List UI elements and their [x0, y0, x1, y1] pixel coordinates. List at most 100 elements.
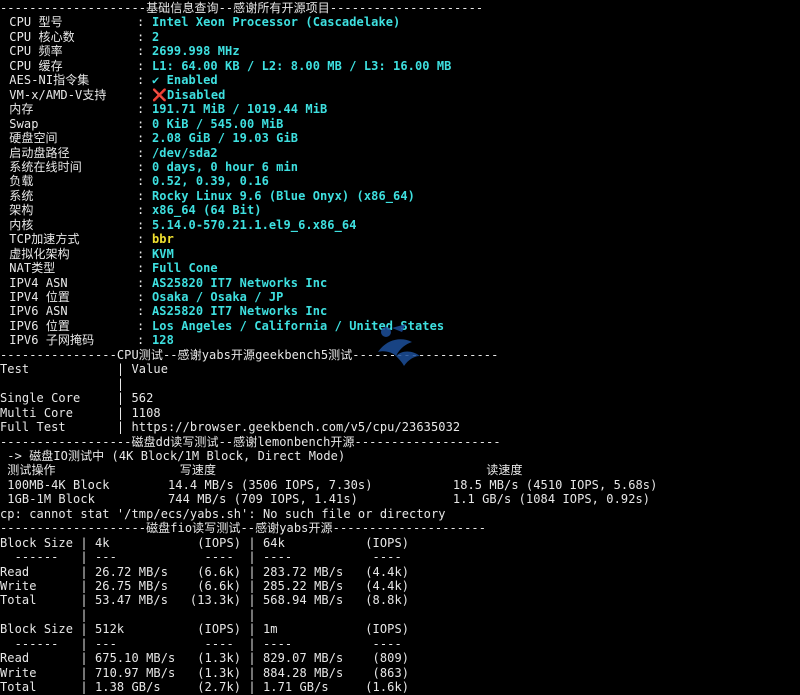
info-row: CPU 核心数:2 [0, 30, 800, 45]
info-value: 5.14.0-570.21.1.el9_6.x86_64 [152, 217, 357, 232]
fio-test-line: Block Size | 512k (IOPS) | 1m (IOPS) [0, 622, 410, 637]
cpu-test-line: Single Core | 562 [0, 391, 154, 406]
info-value: 0.52, 0.39, 0.16 [152, 174, 269, 189]
info-value: 191.71 MiB / 1019.44 MiB [152, 102, 328, 117]
info-value: /dev/sda2 [152, 145, 218, 160]
info-value: bbr [152, 232, 174, 247]
fio-test-line: Write | 710.97 MB/s (1.3k) | 884.28 MB/s… [0, 665, 410, 680]
info-label: 负载 [2, 174, 34, 189]
info-value: Rocky Linux 9.6 (Blue Onyx) (x86_64) [152, 188, 415, 203]
info-label: NAT类型 [2, 261, 56, 276]
info-label: IPV6 子网掩码 [2, 333, 95, 348]
fio-test-line: Read | 26.72 MB/s (6.6k) | 283.72 MB/s (… [0, 564, 410, 579]
info-separator: : [137, 116, 145, 131]
dd-test-line: cp: cannot stat '/tmp/ecs/yabs.sh': No s… [0, 506, 446, 521]
info-row: CPU 频率:2699.998 MHz [0, 44, 800, 59]
info-row: 架构: x86_64 (64 Bit) [0, 203, 800, 218]
info-value: ✔ Enabled [152, 73, 218, 88]
info-row: 内存:191.71 MiB / 1019.44 MiB [0, 102, 800, 117]
info-separator: : [137, 203, 145, 218]
info-label: IPV6 ASN [2, 304, 68, 319]
info-value: 2.08 GiB / 19.03 GiB [152, 131, 299, 146]
info-value: Osaka / Osaka / JP [152, 290, 284, 304]
basic-info-header: --------------------基础信息查询--感谢所有开源项目----… [0, 1, 484, 15]
info-row: 硬盘空间:2.08 GiB / 19.03 GiB [0, 131, 800, 146]
dd-test-line: -> 磁盘IO测试中 (4K Block/1M Block, Direct Mo… [0, 448, 346, 463]
info-value: 0 KiB / 545.00 MiB [152, 116, 284, 131]
info-row: IPV6 ASN: AS25820 IT7 Networks Inc [0, 304, 800, 319]
info-row: IPV4 ASN: AS25820 IT7 Networks Inc [0, 276, 800, 291]
info-value: AS25820 IT7 Networks Inc [152, 275, 328, 290]
info-row: CPU 型号: Intel Xeon Processor (Cascadelake… [0, 15, 800, 30]
fio-test-header: --------------------磁盘fio读写测试--感谢yabs开源-… [0, 521, 487, 536]
fio-test-line: Total | 1.38 GB/s (2.7k) | 1.71 GB/s (1.… [0, 680, 410, 695]
info-row: AES-NI指令集: ✔ Enabled [0, 73, 800, 88]
dd-test-line: 100MB-4K Block 14.4 MB/s (3506 IOPS, 7.3… [0, 477, 658, 492]
info-value: 2699.998 MHz [152, 44, 240, 59]
info-label: 架构 [2, 203, 34, 218]
info-row: TCP加速方式: bbr [0, 232, 800, 247]
info-label: 内存 [2, 102, 34, 117]
info-row: 负载:0.52, 0.39, 0.16 [0, 174, 800, 189]
info-label: 系统在线时间 [2, 159, 82, 174]
info-row: Swap:0 KiB / 545.00 MiB [0, 117, 800, 132]
info-value: AS25820 IT7 Networks Inc [152, 304, 328, 319]
info-label: 内核 [2, 217, 34, 232]
dd-test-line: 1GB-1M Block 744 MB/s (709 IOPS, 1.41s) … [0, 492, 651, 507]
info-label: CPU 型号 [2, 15, 63, 30]
info-separator: : [137, 145, 145, 160]
fio-test-line: ------ | --- ---- | ---- ---- [0, 636, 402, 651]
info-separator: : [137, 261, 145, 276]
fio-test-line: Block Size | 4k (IOPS) | 64k (IOPS) [0, 535, 410, 550]
info-separator: : [137, 15, 145, 30]
info-label: CPU 核心数 [2, 29, 75, 44]
info-separator: : [137, 29, 145, 44]
dd-test-header: ------------------磁盘dd读写测试--感谢lemonbench… [0, 434, 501, 449]
info-row: CPU 缓存: L1: 64.00 KB / L2: 8.00 MB / L3: … [0, 59, 800, 74]
info-row: 系统在线时间:0 days, 0 hour 6 min [0, 160, 800, 175]
cpu-test-line: Test | Value [0, 362, 169, 377]
info-label: 虚拟化架构 [2, 246, 70, 261]
info-label: CPU 缓存 [2, 58, 63, 73]
fio-test-line: ------ | --- ---- | ---- ---- [0, 550, 402, 565]
info-label: AES-NI指令集 [2, 73, 90, 88]
dd-test-line: 测试操作 写速度 读速度 [0, 463, 523, 478]
info-label: 系统 [2, 188, 34, 203]
info-label: 硬盘空间 [2, 131, 58, 146]
cpu-test-line: | [0, 376, 125, 391]
info-separator: : [137, 232, 145, 247]
info-separator: : [137, 333, 145, 348]
info-label: VM-x/AMD-V支持 [2, 87, 107, 102]
info-label: IPV4 位置 [2, 290, 70, 304]
info-separator: : [137, 131, 145, 146]
info-value: KVM [152, 246, 174, 261]
info-separator: : [137, 275, 145, 290]
info-value: x86_64 (64 Bit) [152, 203, 262, 218]
info-row: 系统: Rocky Linux 9.6 (Blue Onyx) (x86_64) [0, 189, 800, 204]
bird-logo-icon [372, 322, 424, 366]
fio-test-line: Write | 26.75 MB/s (6.6k) | 285.22 MB/s … [0, 579, 410, 593]
info-separator: : [137, 304, 145, 319]
info-label: CPU 频率 [2, 44, 63, 59]
info-separator: : [137, 87, 145, 102]
info-value: 2 [152, 29, 160, 44]
info-value: Full Cone [152, 261, 218, 276]
info-row: 启动盘路径: /dev/sda2 [0, 146, 800, 161]
info-separator: : [137, 174, 145, 189]
info-label: TCP加速方式 [2, 232, 80, 247]
info-value: Intel Xeon Processor (Cascadelake) [152, 15, 401, 30]
cpu-test-line: Multi Core | 1108 [0, 405, 161, 420]
fio-test-line: | | [0, 607, 256, 622]
info-label: IPV6 位置 [2, 318, 70, 333]
info-separator: : [137, 44, 145, 59]
info-row: 内核:5.14.0-570.21.1.el9_6.x86_64 [0, 218, 800, 233]
info-separator: : [137, 217, 145, 232]
info-separator: : [137, 246, 145, 261]
cpu-test-line: Full Test | https://browser.geekbench.co… [0, 420, 461, 434]
fio-test-line: Total | 53.47 MB/s (13.3k) | 568.94 MB/s… [0, 593, 410, 608]
info-label: Swap [2, 116, 39, 131]
info-label: IPV4 ASN [2, 275, 68, 290]
info-value: 128 [152, 333, 174, 348]
info-separator: : [137, 188, 145, 203]
info-value: ❌Disabled [152, 87, 226, 102]
